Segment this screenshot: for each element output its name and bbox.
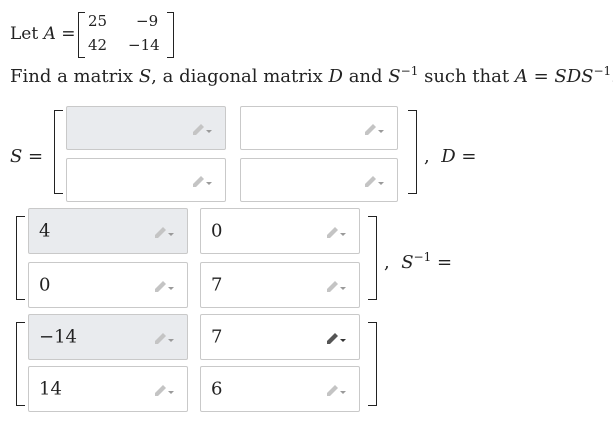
matrix-a: 25 −9 42 −14: [78, 12, 174, 58]
matrix-d-value-12: 0: [211, 220, 223, 242]
question-equation-exp: −1: [593, 64, 612, 78]
matrix-d-input-21[interactable]: 0: [28, 262, 188, 308]
pencil-icon[interactable]: [325, 224, 347, 238]
question-equation: A = SDS: [514, 66, 594, 87]
pencil-icon[interactable]: [153, 330, 175, 344]
question-part-2: , a diagonal matrix: [151, 66, 323, 87]
let-word: Let: [10, 24, 39, 44]
pencil-icon[interactable]: [363, 173, 385, 187]
matrix-d-input-11[interactable]: 4: [28, 208, 188, 254]
matrix-d-value-22: 7: [211, 274, 223, 296]
pencil-icon[interactable]: [191, 173, 213, 187]
matrix-a-left-bracket: [78, 12, 85, 58]
pencil-icon[interactable]: [153, 382, 175, 396]
matrix-s-input-12[interactable]: [240, 106, 398, 150]
question-part-1: Find a matrix: [10, 66, 134, 87]
question-part-3: and: [348, 66, 383, 87]
matrix-s-input-22[interactable]: [240, 158, 398, 202]
pencil-icon[interactable]: [191, 121, 213, 135]
matrix-sinv-input-11[interactable]: −14: [28, 314, 188, 360]
matrix-d-input-22[interactable]: 7: [200, 262, 360, 308]
pencil-icon[interactable]: [153, 278, 175, 292]
question-sinv-symbol: S: [388, 66, 401, 87]
a-symbol: A: [43, 24, 56, 44]
matrix-a-cell-12: −9: [136, 12, 159, 30]
d-equals-text: D =: [441, 146, 477, 167]
sinv-base: S: [401, 252, 414, 273]
matrix-s-input-21[interactable]: [66, 158, 226, 202]
pencil-icon[interactable]: [325, 330, 347, 344]
matrix-sinv-right-bracket: [368, 322, 377, 406]
sinv-equals-label: , S−1 =: [384, 250, 452, 273]
equals-sign: =: [61, 24, 76, 44]
matrix-s-left-bracket: [54, 110, 63, 194]
matrix-sinv-value-12: 7: [211, 326, 223, 348]
matrix-d-left-bracket: [16, 216, 25, 300]
question-part-4: such that: [424, 66, 510, 87]
sinv-exp: −1: [413, 250, 432, 264]
comma-2: ,: [384, 252, 390, 273]
matrix-sinv-left-bracket: [16, 322, 25, 406]
matrix-sinv-input-22[interactable]: 6: [200, 366, 360, 412]
comma-1: ,: [424, 146, 430, 167]
sinv-equals: =: [436, 252, 453, 273]
question-sinv-exp: −1: [400, 64, 419, 78]
matrix-a-cell-21: 42: [88, 36, 108, 54]
matrix-sinv-input-12[interactable]: 7: [200, 314, 360, 360]
matrix-sinv-value-11: −14: [39, 326, 77, 348]
matrix-s-right-bracket: [408, 110, 417, 194]
s-equals-label: S =: [10, 146, 44, 167]
matrix-sinv-input-21[interactable]: 14: [28, 366, 188, 412]
matrix-sinv-value-21: 14: [39, 378, 62, 400]
question-d-symbol: D: [328, 66, 343, 87]
matrix-a-cell-22: −14: [128, 36, 160, 54]
matrix-sinv-value-22: 6: [211, 378, 223, 400]
pencil-icon[interactable]: [325, 278, 347, 292]
matrix-d-input-12[interactable]: 0: [200, 208, 360, 254]
question-s-symbol: S: [138, 66, 152, 87]
matrix-d-value-11: 4: [39, 220, 51, 242]
matrix-a-right-bracket: [167, 12, 174, 58]
matrix-d-value-21: 0: [39, 274, 51, 296]
let-label: Let A =: [10, 24, 76, 44]
matrix-a-cell-11: 25: [88, 12, 108, 30]
pencil-icon[interactable]: [363, 121, 385, 135]
pencil-icon[interactable]: [153, 224, 175, 238]
matrix-s-input-11[interactable]: [66, 106, 226, 150]
d-equals-label: , D =: [424, 146, 476, 167]
question-text: Find a matrix S, a diagonal matrix D and…: [10, 64, 613, 87]
matrix-d-right-bracket: [368, 216, 377, 300]
pencil-icon[interactable]: [325, 382, 347, 396]
